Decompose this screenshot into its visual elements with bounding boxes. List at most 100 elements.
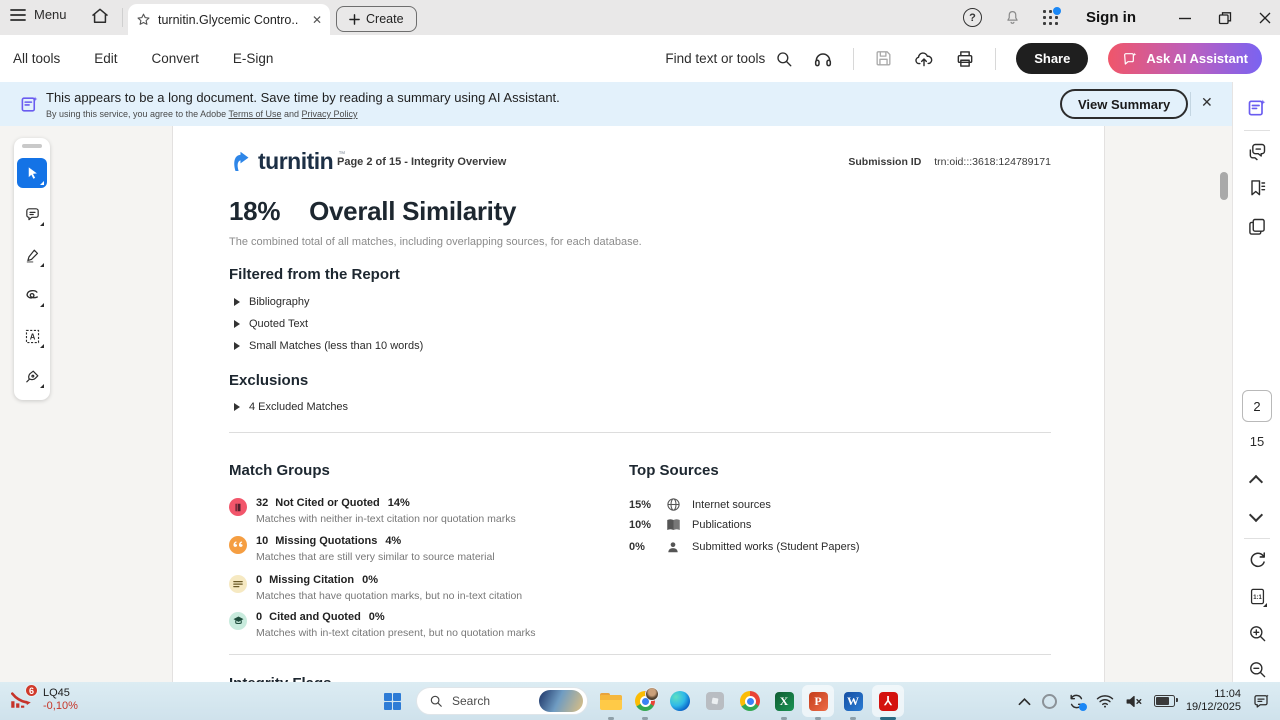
draw-tool-button[interactable] bbox=[17, 280, 47, 310]
print-button[interactable] bbox=[955, 49, 975, 69]
create-tab-button[interactable]: Create bbox=[336, 6, 417, 32]
powerpoint-button[interactable]: P bbox=[804, 687, 832, 715]
clock-widget[interactable]: 11:04 19/12/2025 bbox=[1186, 688, 1241, 714]
open-book-glyph bbox=[666, 518, 681, 532]
excluded-matches-item[interactable]: 4 Excluded Matches bbox=[234, 401, 348, 413]
top-source-row: 15% Internet sources bbox=[629, 497, 771, 512]
highlight-tool-button[interactable] bbox=[17, 240, 47, 270]
match-count: 0 bbox=[256, 574, 262, 586]
turnitin-arrow-icon bbox=[229, 149, 253, 175]
minimize-icon[interactable] bbox=[1178, 11, 1192, 25]
filtered-item-bibliography[interactable]: Bibliography bbox=[234, 296, 310, 308]
stock-widget[interactable]: 6 LQ45 -0,10% bbox=[8, 685, 78, 715]
filtered-item-small-matches[interactable]: Small Matches (less than 10 words) bbox=[234, 340, 423, 352]
student-papers-icon bbox=[666, 540, 692, 554]
vertical-scrollbar-thumb[interactable] bbox=[1220, 172, 1228, 200]
terms-of-use-link[interactable]: Terms of Use bbox=[228, 109, 281, 119]
tab-close-icon[interactable]: ✕ bbox=[312, 14, 322, 26]
start-button[interactable] bbox=[384, 693, 401, 710]
privacy-policy-link[interactable]: Privacy Policy bbox=[302, 109, 358, 119]
nav-convert[interactable]: Convert bbox=[152, 51, 199, 66]
source-label: Publications bbox=[692, 519, 751, 531]
star-icon[interactable] bbox=[136, 12, 151, 27]
zoom-in-button[interactable] bbox=[1245, 621, 1269, 645]
nav-all-tools[interactable]: All tools bbox=[13, 51, 60, 66]
sign-in-button[interactable]: Sign in bbox=[1086, 9, 1136, 26]
view-summary-button[interactable]: View Summary bbox=[1060, 89, 1188, 119]
page-fit-button[interactable]: 1:1 bbox=[1245, 584, 1269, 608]
sync-status-icon[interactable] bbox=[1068, 693, 1085, 710]
divider bbox=[853, 48, 854, 70]
ai-summary-banner: This appears to be a long document. Save… bbox=[0, 82, 1232, 126]
menu-button[interactable]: Menu bbox=[10, 7, 67, 22]
hidden-icons-chevron[interactable] bbox=[1018, 697, 1031, 706]
ai-assistant-panel-button[interactable] bbox=[1245, 96, 1269, 120]
palette-drag-handle[interactable] bbox=[22, 144, 42, 148]
powerpoint-icon: P bbox=[809, 692, 828, 711]
close-window-icon[interactable] bbox=[1258, 11, 1272, 25]
fountain-pen-icon bbox=[24, 368, 41, 385]
notification-center-icon[interactable] bbox=[1252, 692, 1270, 710]
volume-muted-icon[interactable] bbox=[1125, 694, 1143, 709]
edge-icon bbox=[670, 691, 690, 711]
expand-triangle-icon[interactable] bbox=[234, 320, 240, 328]
tray-ring-icon[interactable] bbox=[1042, 694, 1057, 709]
apps-grid-icon[interactable] bbox=[1043, 10, 1058, 25]
read-aloud-button[interactable] bbox=[813, 49, 833, 69]
legal-and: and bbox=[284, 109, 299, 119]
comment-tool-button[interactable] bbox=[17, 199, 47, 229]
rotate-page-button[interactable] bbox=[1245, 548, 1269, 572]
excel-button[interactable]: X bbox=[770, 687, 798, 715]
chrome-button[interactable] bbox=[736, 687, 764, 715]
source-pct: 10% bbox=[629, 519, 666, 531]
similarity-title: Overall Similarity bbox=[309, 196, 516, 226]
match-count: 10 bbox=[256, 535, 268, 547]
save-button[interactable] bbox=[874, 49, 893, 68]
stock-chart-icon: 6 bbox=[8, 685, 36, 715]
current-page-input[interactable]: 2 bbox=[1242, 390, 1272, 422]
quotes-glyph bbox=[233, 541, 244, 550]
expand-triangle-icon[interactable] bbox=[234, 403, 240, 411]
battery-icon[interactable] bbox=[1154, 695, 1175, 707]
word-button[interactable]: W bbox=[839, 687, 867, 715]
ask-ai-assistant-button[interactable]: Ask AI Assistant bbox=[1108, 43, 1262, 74]
save-to-cloud-button[interactable] bbox=[913, 49, 935, 69]
bookmark-icon bbox=[1247, 178, 1267, 198]
document-tab[interactable]: turnitin.Glycemic Contro... ✕ bbox=[128, 4, 330, 35]
banner-close-icon[interactable]: ✕ bbox=[1201, 95, 1213, 109]
fill-sign-tool-button[interactable] bbox=[17, 361, 47, 391]
search-highlight-thumbnail[interactable] bbox=[539, 690, 583, 712]
home-button[interactable] bbox=[90, 6, 110, 26]
bookmarks-panel-button[interactable] bbox=[1245, 176, 1269, 200]
page-thumbnails-panel-button[interactable] bbox=[1245, 215, 1269, 239]
restore-window-icon[interactable] bbox=[1218, 11, 1232, 25]
select-tool-button[interactable] bbox=[17, 158, 47, 188]
chrome-icon bbox=[635, 691, 655, 711]
svg-text:1:1: 1:1 bbox=[1253, 594, 1262, 600]
next-section-title-partial: Integrity Flags bbox=[229, 675, 332, 682]
nav-esign[interactable]: E-Sign bbox=[233, 51, 274, 66]
pdf-page[interactable]: turnitin ™ Page 2 of 15 - Integrity Over… bbox=[172, 126, 1105, 682]
acrobat-button[interactable]: ⅄ bbox=[874, 687, 902, 715]
wifi-icon[interactable] bbox=[1096, 694, 1114, 708]
next-page-button[interactable] bbox=[1250, 510, 1262, 522]
chrome-profile-button[interactable] bbox=[631, 687, 659, 715]
tab-title: turnitin.Glycemic Contro... bbox=[158, 13, 298, 27]
notifications-bell-icon[interactable] bbox=[1004, 9, 1021, 27]
comments-panel-button[interactable] bbox=[1245, 140, 1269, 164]
zoom-out-button[interactable] bbox=[1245, 657, 1269, 681]
nav-edit[interactable]: Edit bbox=[94, 51, 117, 66]
share-button[interactable]: Share bbox=[1016, 43, 1088, 74]
roblox-button[interactable] bbox=[701, 687, 729, 715]
previous-page-button[interactable] bbox=[1250, 474, 1262, 486]
text-select-tool-button[interactable]: A bbox=[17, 321, 47, 351]
expand-triangle-icon[interactable] bbox=[234, 298, 240, 306]
taskbar-search[interactable]: Search bbox=[416, 687, 588, 715]
find-text-button[interactable]: Find text or tools bbox=[665, 50, 793, 68]
file-explorer-button[interactable] bbox=[597, 687, 625, 715]
edge-button[interactable] bbox=[666, 687, 694, 715]
expand-triangle-icon[interactable] bbox=[234, 342, 240, 350]
system-tray: 11:04 19/12/2025 bbox=[1018, 682, 1280, 720]
filtered-item-quoted-text[interactable]: Quoted Text bbox=[234, 318, 308, 330]
help-icon[interactable] bbox=[963, 8, 982, 27]
